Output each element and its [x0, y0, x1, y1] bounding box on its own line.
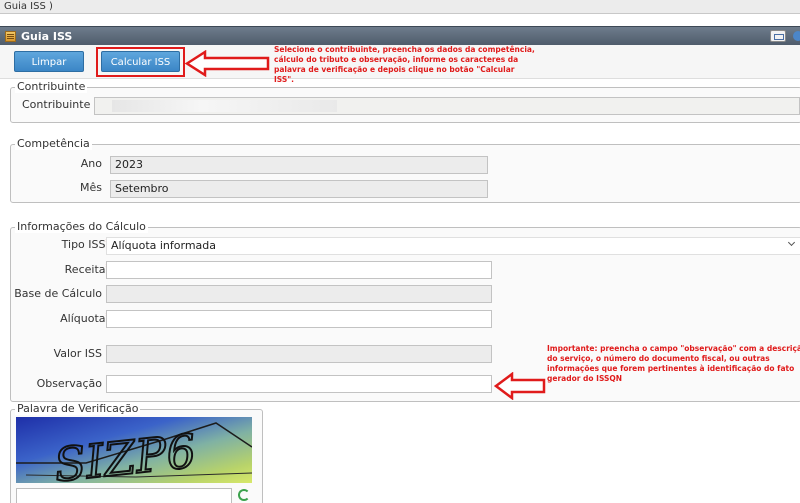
tab-bar: Guia ISS ): [0, 0, 800, 14]
receita-label-text: Receita: [64, 263, 106, 276]
aliquota-field[interactable]: [106, 310, 492, 328]
help-icon[interactable]: [793, 31, 800, 41]
tipo-iss-select[interactable]: Alíquota informada: [106, 237, 800, 255]
tipo-iss-label: Tipo ISS*: [20, 238, 110, 253]
verificacao-legend: Palavra de Verificação: [15, 402, 141, 415]
contribuinte-legend: Contribuinte: [15, 80, 88, 93]
instruction-note: Selecione o contribuinte, preencha os da…: [274, 45, 535, 84]
ano-label: Ano: [80, 157, 102, 170]
tab-guia-iss[interactable]: Guia ISS ): [4, 0, 53, 14]
competencia-legend: Competência: [15, 137, 92, 150]
refresh-icon[interactable]: [238, 489, 250, 501]
mes-label: Mês: [80, 181, 102, 194]
limpar-button[interactable]: Limpar: [14, 51, 84, 72]
base-calculo-field[interactable]: [106, 285, 492, 303]
window-title: Guia ISS: [21, 30, 73, 43]
mes-field[interactable]: Setembro: [110, 180, 488, 198]
observacao-note: Importante: preencha o campo "observação…: [547, 344, 800, 383]
captcha-graphic: SIZP6: [16, 417, 252, 483]
window-option-icon[interactable]: [770, 30, 786, 42]
calculo-legend: Informações do Cálculo: [15, 220, 148, 233]
calculator-icon: [5, 31, 16, 42]
window-titlebar: Guia ISS: [0, 26, 800, 45]
captcha-image: SIZP6: [16, 417, 252, 483]
observacao-field[interactable]: [106, 375, 492, 393]
arrow-left-icon: [185, 50, 270, 77]
aliquota-label-text: Alíquota: [60, 312, 106, 325]
receita-field[interactable]: [106, 261, 492, 279]
ano-field[interactable]: 2023: [110, 156, 488, 174]
aliquota-label: Alíquota*: [20, 312, 110, 327]
contribuinte-name-redacted: [112, 100, 337, 112]
observacao-label: Observação: [36, 377, 102, 390]
calcular-iss-button[interactable]: Calcular ISS: [101, 51, 180, 72]
base-calculo-label: Base de Cálculo: [14, 287, 102, 300]
valor-iss-field[interactable]: [106, 345, 492, 363]
captcha-input[interactable]: [16, 488, 232, 503]
receita-label: Receita*: [20, 263, 110, 278]
tipo-iss-label-text: Tipo ISS: [61, 238, 106, 251]
valor-iss-label: Valor ISS: [53, 347, 102, 360]
contribuinte-label: Contribuinte: [22, 98, 91, 111]
arrow-left-icon: [494, 372, 546, 400]
